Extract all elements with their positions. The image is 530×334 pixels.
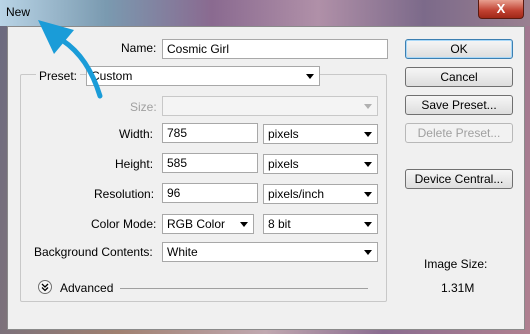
ok-button[interactable]: OK [405,39,513,59]
height-unit-select[interactable]: pixels [263,154,378,174]
close-button[interactable]: X [478,0,524,19]
chevron-down-icon [364,162,372,167]
chevron-down-icon [364,132,372,137]
background-contents-select[interactable]: White [162,242,378,262]
save-preset-button[interactable]: Save Preset... [405,95,513,115]
size-select[interactable] [162,96,378,116]
bit-depth-select[interactable]: 8 bit [263,214,378,234]
width-unit-select[interactable]: pixels [263,124,378,144]
advanced-divider [120,288,368,289]
height-label: Height: [115,157,154,171]
name-field[interactable]: Cosmic Girl [162,39,388,59]
resolution-unit-select[interactable]: pixels/inch [263,184,378,204]
height-unit-value: pixels [268,157,299,171]
chevron-down-icon [364,250,372,255]
background-contents-label: Background Contents: [34,245,153,259]
resolution-unit-value: pixels/inch [268,187,325,201]
chevron-down-icon [364,104,372,109]
chevron-down-icon [240,222,248,227]
resolution-label: Resolution: [94,187,155,201]
background-contents-value: White [167,245,198,259]
chevron-down-icon [364,192,372,197]
cancel-button[interactable]: Cancel [405,67,513,87]
advanced-label[interactable]: Advanced [60,281,113,295]
device-central-button[interactable]: Device Central... [405,169,513,189]
width-unit-value: pixels [268,127,299,141]
resolution-field[interactable]: 96 [162,183,258,203]
expand-advanced-icon[interactable] [38,280,52,294]
delete-preset-button[interactable]: Delete Preset... [405,123,513,143]
width-label: Width: [119,127,154,141]
bit-depth-value: 8 bit [268,217,291,231]
chevron-down-icon [306,74,314,79]
size-label: Size: [130,100,157,114]
annotation-arrow-icon [38,20,103,99]
image-size-label: Image Size: [424,257,488,271]
color-mode-value: RGB Color [167,217,226,231]
color-mode-label: Color Mode: [91,217,157,231]
width-field[interactable]: 785 [162,123,258,143]
image-size-value: 1.31M [441,281,475,295]
chevron-down-icon [364,222,372,227]
color-mode-select[interactable]: RGB Color [162,214,254,234]
height-field[interactable]: 585 [162,153,258,173]
